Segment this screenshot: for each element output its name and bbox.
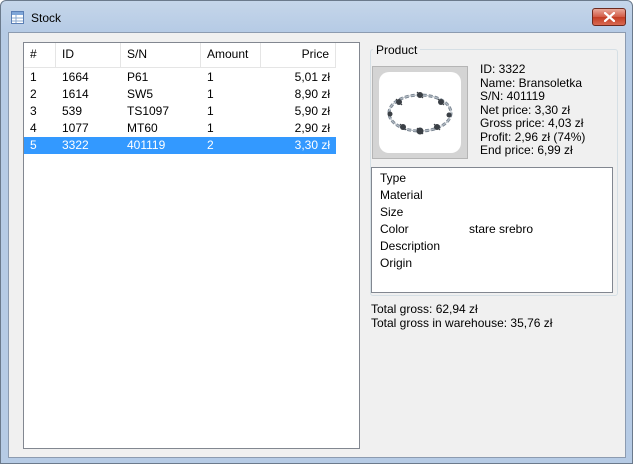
- attribute-row[interactable]: Size: [380, 204, 403, 221]
- cell-amount: 1: [207, 121, 214, 135]
- client-area: # ID S/N Amount Price 1 1664 P61 1 5,01 …: [8, 32, 626, 458]
- column-header-sn[interactable]: S/N: [121, 43, 201, 67]
- cell-amount: 1: [207, 104, 214, 118]
- table-row-selected[interactable]: 5 3322 401119 2 3,30 zł: [24, 137, 336, 154]
- cell-number: 3: [30, 104, 37, 118]
- product-image-frame: [372, 66, 468, 159]
- attribute-label: Color: [380, 222, 409, 236]
- table-row[interactable]: 3 539 TS1097 1 5,90 zł: [24, 103, 336, 120]
- cell-id: 1077: [62, 121, 89, 135]
- cell-number: 4: [30, 121, 37, 135]
- product-image: [379, 72, 461, 153]
- cell-amount: 1: [207, 87, 214, 101]
- cell-number: 5: [30, 138, 37, 152]
- attribute-label: Material: [380, 188, 423, 202]
- stock-window: Stock # ID S/N Amount Price 1 1664 P61 1: [0, 0, 633, 464]
- attribute-row[interactable]: Description: [380, 238, 440, 255]
- close-button[interactable]: [592, 8, 626, 26]
- cell-price: 2,90 zł: [294, 121, 330, 135]
- cell-id: 1614: [62, 87, 89, 101]
- window-title: Stock: [31, 11, 62, 25]
- close-icon: [604, 12, 615, 22]
- product-end-price: End price: 6,99 zł: [480, 143, 573, 157]
- list-rows: 1 1664 P61 1 5,01 zł 2 1614 SW5 1 8,90 z…: [24, 69, 336, 154]
- attribute-label: Origin: [380, 256, 413, 270]
- table-row[interactable]: 1 1664 P61 1 5,01 zł: [24, 69, 336, 86]
- cell-price: 5,01 zł: [294, 70, 330, 84]
- cell-sn: P61: [127, 70, 149, 84]
- cell-amount: 2: [207, 138, 214, 152]
- product-gross-price: Gross price: 4,03 zł: [480, 116, 584, 130]
- attribute-row[interactable]: Material: [380, 187, 423, 204]
- cell-sn: SW5: [127, 87, 154, 101]
- product-net-price: Net price: 3,30 zł: [480, 102, 571, 117]
- attribute-row[interactable]: Origin: [380, 255, 412, 272]
- table-row[interactable]: 4 1077 MT60 1 2,90 zł: [24, 120, 336, 137]
- stock-list[interactable]: # ID S/N Amount Price 1 1664 P61 1 5,01 …: [23, 42, 360, 449]
- column-header-amount[interactable]: Amount: [201, 43, 261, 67]
- attributes-list[interactable]: Type Material Size Color stare srebro De…: [371, 167, 613, 293]
- column-header-number[interactable]: #: [24, 43, 56, 67]
- cell-id: 1664: [62, 70, 89, 84]
- cell-number: 2: [30, 87, 37, 101]
- attribute-label: Description: [380, 239, 441, 253]
- attribute-label: Type: [380, 171, 407, 185]
- title-bar[interactable]: Stock: [1, 1, 632, 33]
- product-name: Name: Bransoletka: [480, 75, 583, 90]
- cell-id: 3322: [62, 138, 89, 152]
- cell-sn: 401119: [127, 138, 166, 152]
- cell-sn: MT60: [127, 121, 158, 135]
- cell-sn: TS1097: [127, 104, 170, 118]
- cell-price: 8,90 zł: [294, 87, 330, 101]
- column-header-price[interactable]: Price: [261, 43, 336, 67]
- column-header-id[interactable]: ID: [56, 43, 121, 67]
- totals: Total gross: 62,94 zł Total gross in war…: [371, 302, 553, 330]
- attribute-row[interactable]: Type: [380, 170, 406, 187]
- product-profit: Profit: 2,96 zł (74%): [480, 129, 586, 144]
- total-gross: Total gross: 62,94 zł: [371, 302, 478, 316]
- cell-price: 5,90 zł: [294, 104, 330, 118]
- attribute-value: stare srebro: [469, 222, 534, 236]
- product-info: ID: 3322 Name: Bransoletka S/N: 401119 N…: [480, 62, 586, 158]
- bracelet-photo-icon: [387, 91, 453, 135]
- attribute-label: Size: [380, 205, 404, 219]
- product-sn: S/N: 401119: [480, 89, 545, 103]
- total-gross-warehouse: Total gross in warehouse: 35,76 zł: [371, 315, 553, 330]
- attribute-row[interactable]: Color stare srebro: [380, 221, 533, 238]
- cell-id: 539: [62, 104, 83, 118]
- cell-number: 1: [30, 70, 37, 84]
- list-header: # ID S/N Amount Price: [24, 43, 336, 68]
- product-id: ID: 3322: [480, 62, 526, 76]
- product-group-label: Product: [373, 43, 421, 57]
- cell-amount: 1: [207, 70, 214, 84]
- table-row[interactable]: 2 1614 SW5 1 8,90 zł: [24, 86, 336, 103]
- cell-price: 3,30 zł: [294, 138, 330, 152]
- table-icon: [11, 11, 24, 24]
